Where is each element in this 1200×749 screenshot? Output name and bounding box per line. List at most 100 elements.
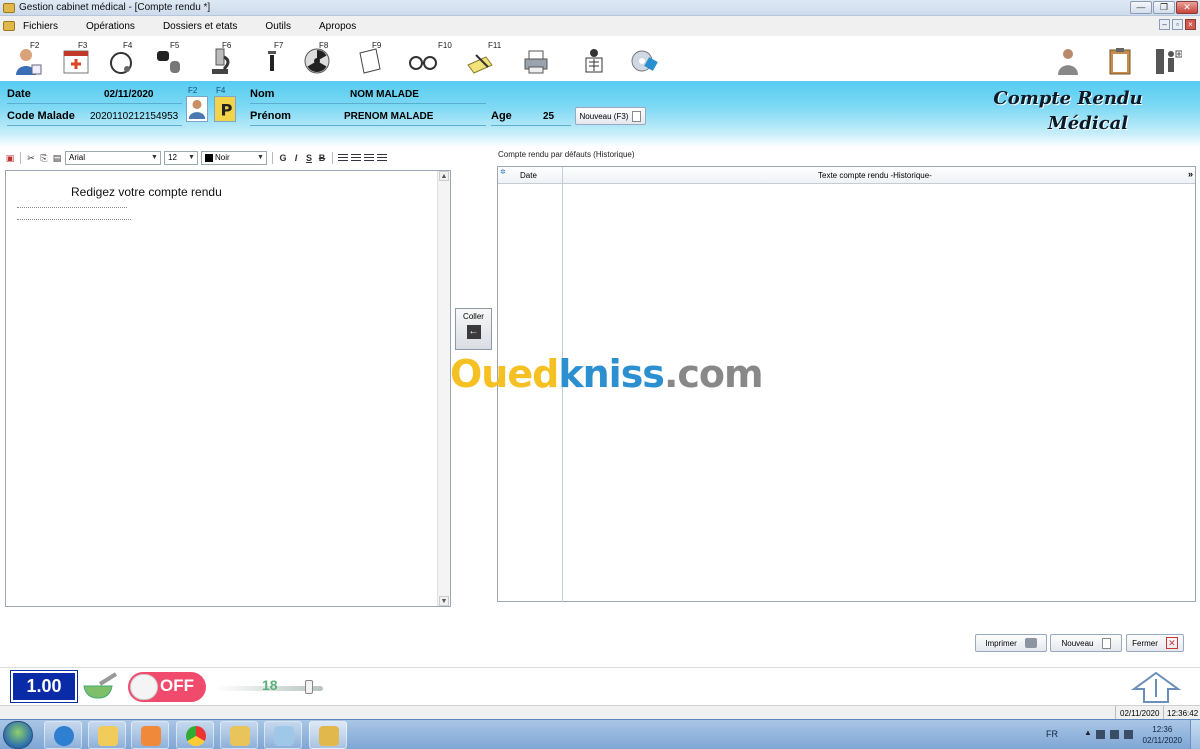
taskbar-ie-button[interactable]	[44, 721, 82, 749]
align-left-icon[interactable]	[338, 153, 348, 163]
taskbar-chrome-button[interactable]	[176, 721, 214, 749]
minimize-button[interactable]: —	[1130, 1, 1152, 14]
new-document-icon	[632, 110, 642, 122]
printer-tool-button[interactable]	[516, 39, 556, 79]
toolbar-separator	[20, 152, 21, 164]
align-center-icon[interactable]	[351, 153, 361, 163]
start-button[interactable]	[3, 721, 33, 749]
taskbar-medical-app-button[interactable]	[309, 721, 347, 749]
font-family-value: Arial	[69, 153, 86, 162]
menu-dossiers-etats[interactable]: Dossiers et etats	[163, 21, 237, 32]
stethoscope-tool-button[interactable]: F4	[101, 39, 141, 79]
slider-thumb[interactable]	[305, 680, 313, 694]
slider-value: 18	[262, 677, 278, 693]
nom-value: NOM MALADE	[350, 89, 419, 100]
report-editor[interactable]: Redigez votre compte rendu ▲ ▼	[5, 170, 451, 607]
mortar-pestle-icon[interactable]	[80, 672, 120, 702]
align-justify-icon[interactable]	[377, 153, 387, 163]
taskbar-explorer-button[interactable]	[88, 721, 126, 749]
color-swatch	[205, 153, 213, 162]
media-player-icon	[141, 726, 161, 746]
copy-icon[interactable]: ⎘	[39, 152, 49, 164]
italic-button[interactable]: I	[291, 152, 301, 164]
close-window-button[interactable]: ✕	[1176, 1, 1198, 14]
taskbar-app-button[interactable]	[220, 721, 258, 749]
grid-settings-icon[interactable]: ✲	[500, 168, 506, 176]
print-button[interactable]: Imprimer	[975, 634, 1047, 652]
menu-app-icon[interactable]	[3, 21, 15, 31]
language-indicator[interactable]: FR	[1046, 729, 1058, 739]
navigation-arrows-icon[interactable]	[1128, 671, 1184, 704]
editor-scrollbar[interactable]: ▲ ▼	[437, 171, 450, 606]
bold-button[interactable]: G	[278, 152, 288, 164]
menu-operations[interactable]: Opérations	[86, 21, 135, 32]
microscope-tool-button[interactable]: F6	[200, 39, 240, 79]
column-header-date[interactable]: Date	[520, 171, 537, 180]
window-controls: — ❐ ✕	[1130, 1, 1198, 14]
font-size-value: 12	[168, 153, 177, 162]
document-tool-button[interactable]: F9	[350, 39, 390, 79]
column-divider	[562, 167, 563, 184]
menu-outils[interactable]: Outils	[265, 21, 291, 32]
calendar-tool-button[interactable]: F3	[56, 39, 96, 79]
history-label: Compte rendu par défauts (Historique)	[498, 150, 635, 159]
network-icon[interactable]	[1110, 730, 1119, 739]
volume-icon[interactable]	[1124, 730, 1133, 739]
restore-button[interactable]: ❐	[1153, 1, 1175, 14]
show-desktop-button[interactable]	[1190, 720, 1200, 749]
patient-tool-button[interactable]: F2	[8, 39, 48, 79]
doctor-icon	[1058, 49, 1078, 75]
new-text-icon[interactable]: ▣	[5, 152, 15, 164]
strikethrough-button[interactable]: B	[317, 152, 327, 164]
dotted-line	[17, 207, 127, 208]
scroll-up-icon[interactable]: ▲	[439, 171, 449, 181]
font-color-value: Noir	[215, 153, 230, 162]
menu-apropos[interactable]: Apropos	[319, 21, 356, 32]
taskbar-media-button[interactable]	[131, 721, 169, 749]
test-tube-tool-button[interactable]: F5	[148, 39, 188, 79]
tray-expand-icon[interactable]: ▲	[1084, 728, 1093, 737]
font-color-select[interactable]: Noir ▼	[201, 151, 267, 165]
date-value: 02/11/2020	[104, 89, 154, 100]
exit-tool-button[interactable]	[1148, 39, 1188, 79]
taskbar-paint-button[interactable]	[264, 721, 302, 749]
clipboard-tool-button[interactable]	[1100, 39, 1140, 79]
doctor-tool-button[interactable]	[1048, 39, 1088, 79]
menu-fichiers[interactable]: Fichiers	[23, 21, 58, 32]
parking-button[interactable]: P	[214, 96, 236, 122]
radiation-icon	[304, 48, 330, 74]
child-minimize-button[interactable]: –	[1159, 19, 1170, 30]
close-report-button[interactable]: Fermer ✕	[1126, 634, 1184, 652]
flag-icon[interactable]	[1096, 730, 1105, 739]
align-right-icon[interactable]	[364, 153, 374, 163]
font-size-select[interactable]: 12 ▼	[164, 151, 198, 165]
underline-button[interactable]: S	[304, 152, 314, 164]
more-columns-icon[interactable]: »	[1188, 169, 1193, 179]
off-toggle[interactable]: OFF	[128, 672, 206, 702]
cut-icon[interactable]: ✂	[26, 152, 36, 164]
child-close-button[interactable]: ×	[1185, 19, 1196, 30]
font-family-select[interactable]: Arial ▼	[65, 151, 161, 165]
patient-search-button[interactable]	[186, 96, 208, 122]
glasses-tool-button[interactable]: F10	[402, 39, 452, 79]
xray-icon	[585, 49, 603, 73]
nom-underline	[250, 103, 486, 104]
new-report-button[interactable]: Nouveau	[1050, 634, 1122, 652]
child-restore-button[interactable]: ▫	[1172, 19, 1183, 30]
paste-icon[interactable]: ▤	[52, 152, 62, 164]
menu-bar: Fichiers Opérations Dossiers et etats Ou…	[0, 16, 1200, 36]
coller-button[interactable]: Coller ←	[455, 308, 492, 350]
column-header-text[interactable]: Texte compte rendu -Historique-	[818, 171, 932, 180]
xray-tool-button[interactable]	[574, 39, 614, 79]
clock[interactable]: 12:36 02/11/2020	[1143, 724, 1182, 746]
disc-tool-button[interactable]	[624, 39, 664, 79]
syringe-tool-button[interactable]: F7	[252, 39, 292, 79]
test-tube-icon	[157, 51, 180, 73]
status-divider	[1163, 706, 1164, 720]
notes-tool-button[interactable]: F11	[460, 39, 501, 79]
nouveau-patient-button[interactable]: Nouveau (F3)	[575, 107, 646, 125]
scroll-down-icon[interactable]: ▼	[439, 596, 449, 606]
medical-app-icon	[319, 726, 339, 746]
paint-icon	[274, 726, 294, 746]
radiology-tool-button[interactable]: F8	[297, 39, 337, 79]
